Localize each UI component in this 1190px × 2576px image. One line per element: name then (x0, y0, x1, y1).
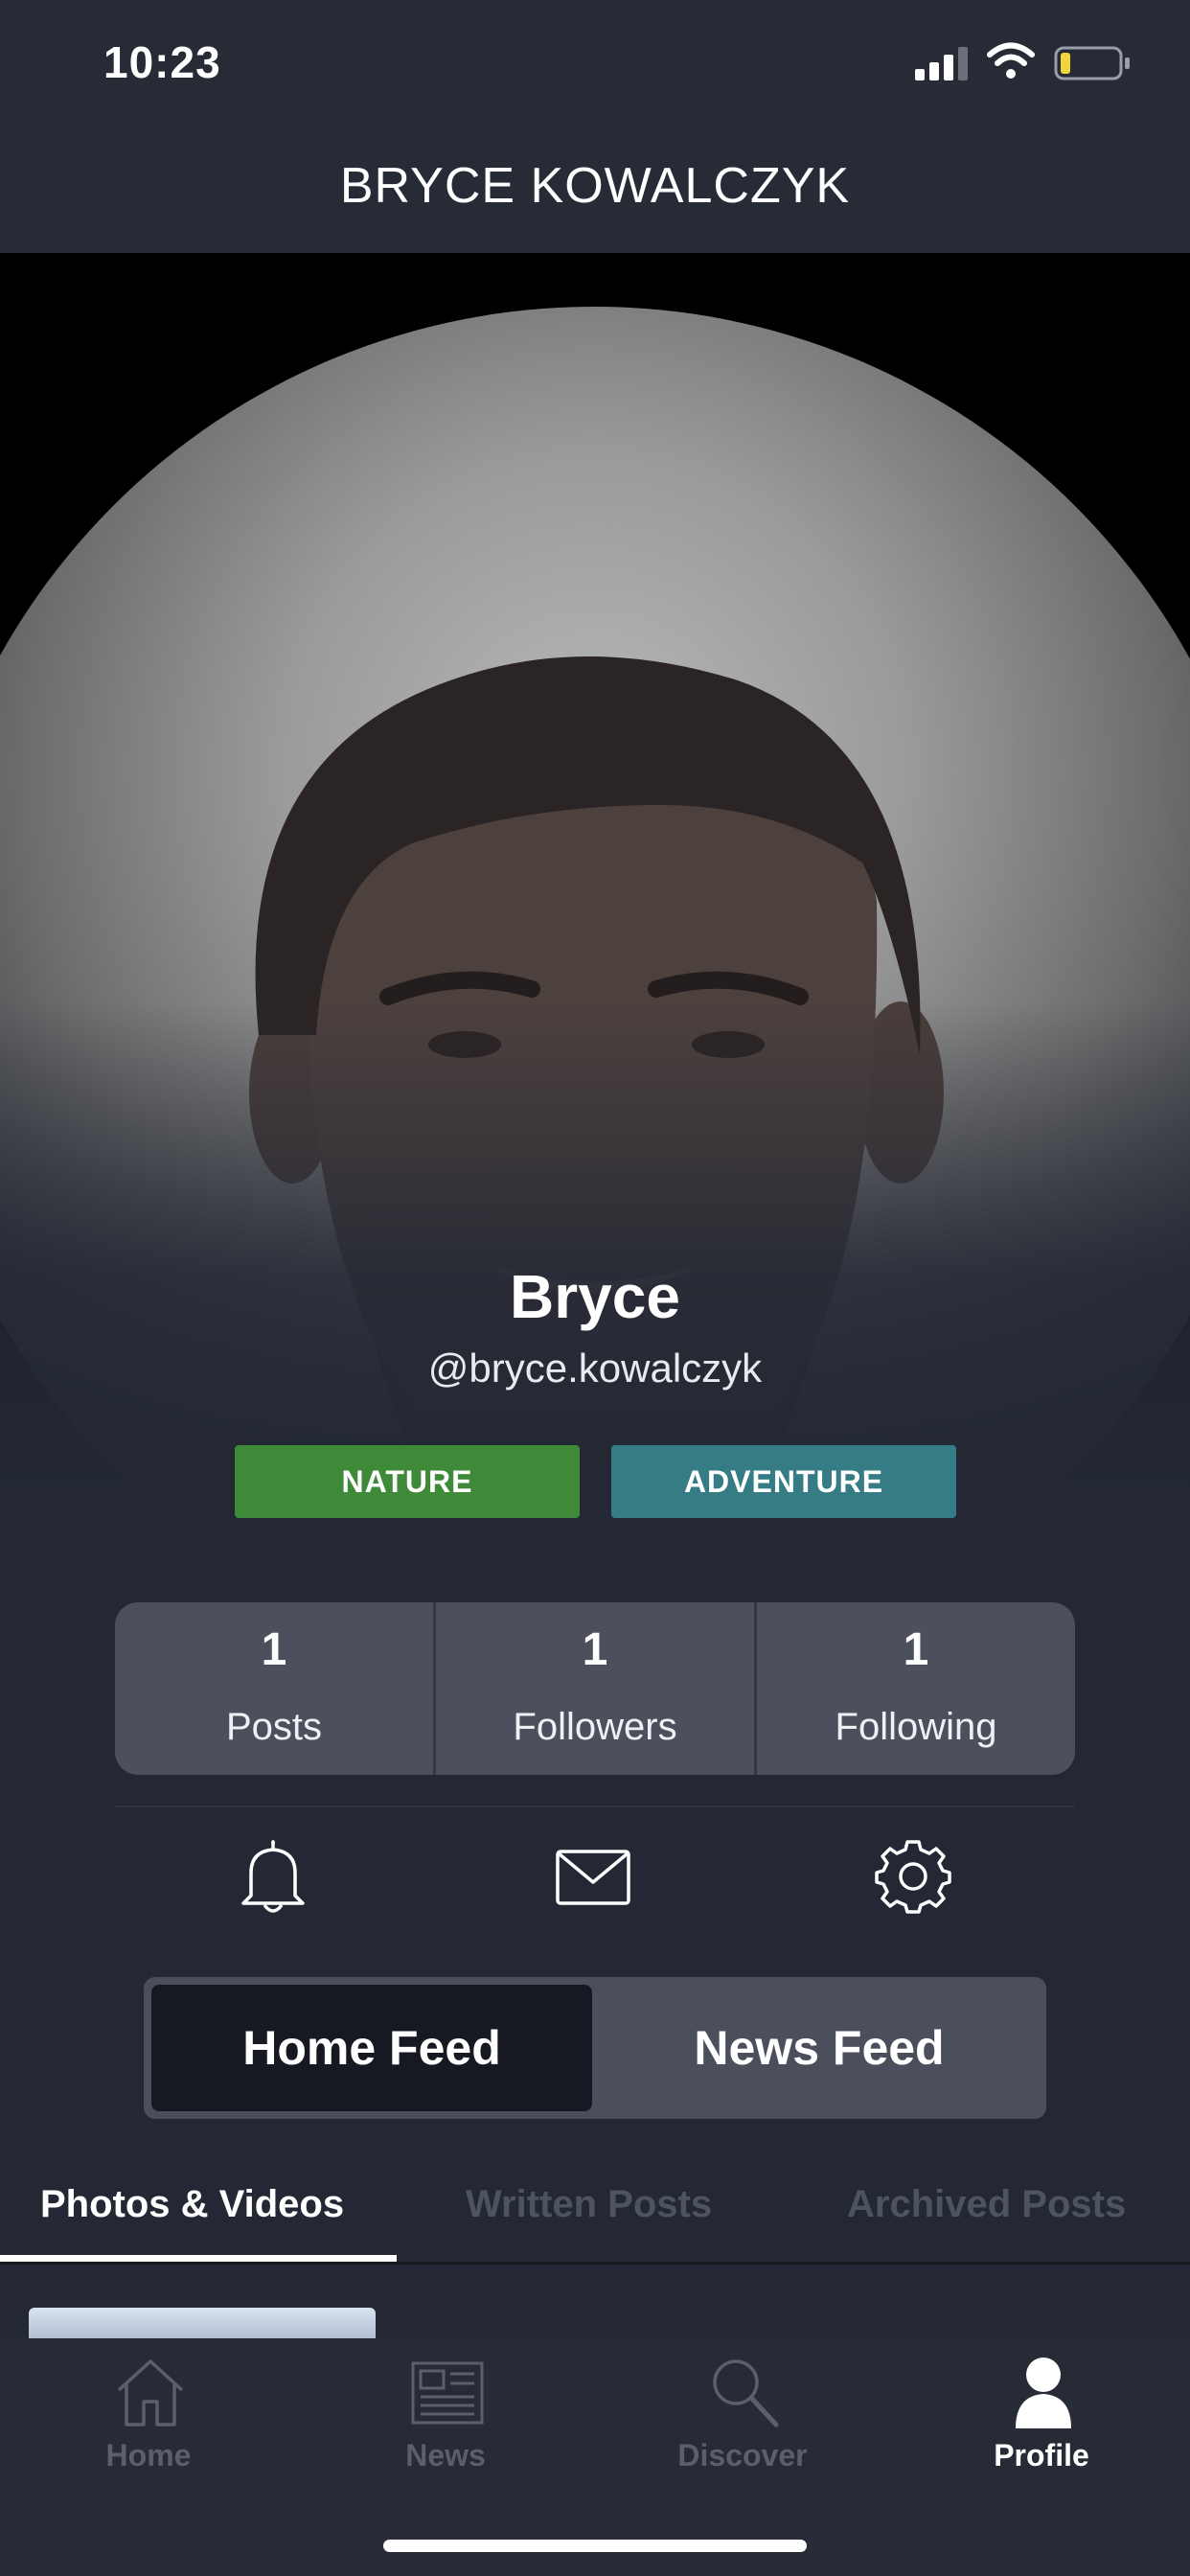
tabbar-label: News (405, 2438, 486, 2472)
home-feed-button[interactable]: Home Feed (151, 1985, 592, 2111)
tabbar-item-profile[interactable]: Profile (893, 2338, 1190, 2492)
wifi-icon (987, 42, 1035, 79)
stat-followers[interactable]: 1 Followers (433, 1602, 754, 1775)
active-tab-indicator (0, 2255, 397, 2262)
tabbar-label: Home (105, 2438, 192, 2472)
page-title: BRYCE KOWALCZYK (339, 158, 851, 214)
home-icon (117, 2359, 184, 2426)
search-icon (713, 2359, 779, 2427)
stat-posts[interactable]: 1 Posts (115, 1602, 433, 1775)
tab-photos-videos[interactable]: Photos & Videos (40, 2183, 344, 2226)
stat-label: Posts (225, 1706, 323, 1748)
divider (115, 1806, 1075, 1807)
cellular-signal-icon (915, 47, 968, 80)
profile-icon (1016, 2358, 1071, 2428)
tabbar-label: Discover (677, 2438, 808, 2472)
stat-value: 1 (582, 1624, 608, 1675)
gear-icon[interactable] (870, 1838, 956, 1915)
profile-stats: 1 Posts 1 Followers 1 Following (115, 1602, 1075, 1775)
stat-value: 1 (261, 1624, 287, 1675)
news-icon (411, 2361, 484, 2425)
nav-header: BRYCE KOWALCZYK (0, 134, 1190, 253)
photo-gradient-overlay (0, 1000, 1190, 1499)
status-time: 10:23 (103, 37, 221, 87)
interest-tag-adventure[interactable]: ADVENTURE (611, 1445, 956, 1518)
profile-handle: @bryce.kowalczyk (427, 1346, 763, 1391)
tab-archived-posts[interactable]: Archived Posts (847, 2183, 1126, 2226)
interest-tag-nature[interactable]: NATURE (235, 1445, 580, 1518)
feed-toggle: Home Feed News Feed (144, 1977, 1046, 2119)
stat-label: Followers (513, 1706, 677, 1748)
tabbar-item-discover[interactable]: Discover (594, 2338, 891, 2492)
tabbar-item-home[interactable]: Home (0, 2338, 297, 2492)
stat-label: Following (835, 1706, 997, 1748)
tab-written-posts[interactable]: Written Posts (466, 2183, 712, 2226)
stat-following[interactable]: 1 Following (754, 1602, 1075, 1775)
home-indicator (383, 2540, 807, 2552)
news-feed-button[interactable]: News Feed (600, 1985, 1039, 2111)
bell-icon[interactable] (230, 1838, 316, 1915)
mail-icon[interactable] (550, 1838, 636, 1915)
stat-value: 1 (903, 1624, 929, 1675)
content-tabs: Photos & Videos Written Posts Archived P… (0, 2168, 1190, 2265)
tabbar-item-news[interactable]: News (297, 2338, 594, 2492)
battery-icon (1054, 46, 1130, 80)
tabbar-label: Profile (994, 2438, 1089, 2472)
profile-name: Bryce (510, 1262, 680, 1331)
status-bar: 10:23 (0, 0, 1190, 134)
